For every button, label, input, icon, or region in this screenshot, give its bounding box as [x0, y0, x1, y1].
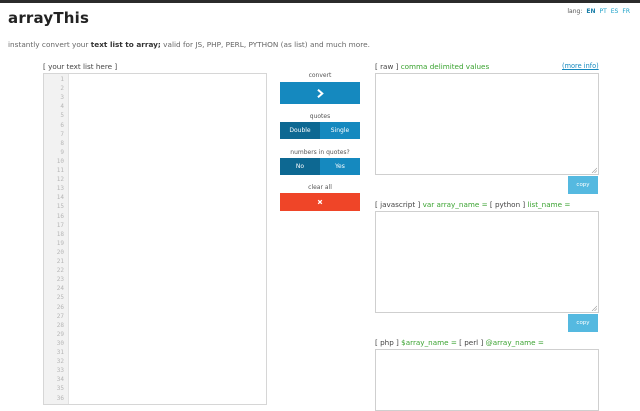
line-number: 12	[56, 176, 64, 184]
lang-label: lang:	[567, 8, 583, 15]
line-number: 24	[56, 285, 64, 293]
lang-option-es[interactable]: ES	[611, 8, 619, 15]
language-switcher: lang: EN PT ES FR	[567, 8, 630, 15]
line-number: 32	[56, 358, 64, 366]
line-number: 19	[56, 239, 64, 247]
perl-desc: @array_name =	[483, 338, 544, 347]
input-label: [ your text list here ]	[43, 62, 118, 71]
numbers-yes-option[interactable]: Yes	[320, 158, 360, 175]
tagline: instantly convert your text list to arra…	[8, 40, 370, 49]
line-number: 31	[56, 349, 64, 356]
quotes-label: quotes	[309, 113, 331, 120]
resize-handle-icon[interactable]	[591, 305, 597, 311]
resize-handle-icon[interactable]	[591, 167, 597, 173]
line-number: 26	[56, 303, 64, 311]
more-info-link[interactable]: (more info)	[562, 62, 599, 70]
js-output-textarea[interactable]	[375, 211, 599, 313]
js-tag: [ javascript ]	[375, 200, 421, 209]
line-number: 10	[56, 157, 64, 165]
numbers-in-quotes-toggle: No Yes	[280, 158, 360, 175]
line-number: 1	[60, 76, 64, 83]
line-number: 22	[56, 267, 64, 275]
php-output-textarea[interactable]	[375, 349, 599, 411]
tagline-suffix: valid for JS, PHP, PERL, PYTHON (as list…	[160, 40, 370, 49]
lang-option-en[interactable]: EN	[586, 8, 595, 15]
line-number: 14	[56, 194, 64, 202]
line-number: 13	[56, 185, 64, 193]
tagline-prefix: instantly convert your	[8, 40, 91, 49]
php-tag: [ php ]	[375, 338, 399, 347]
convert-button[interactable]	[280, 82, 360, 104]
raw-output-textarea[interactable]	[375, 73, 599, 175]
tagline-strong: text list to array;	[90, 40, 161, 49]
line-number: 25	[56, 294, 64, 302]
line-number: 23	[56, 276, 64, 284]
clear-all-label: clear all	[308, 184, 332, 191]
raw-desc: comma delimited values	[398, 62, 490, 71]
line-number: 15	[56, 203, 64, 211]
line-number: 20	[56, 248, 64, 256]
line-number-gutter: 1 2 3 4 5 6 7 8 9 10 11 12 13 14 15 16 17 18 19 20 21 22 23 24 2…	[44, 74, 69, 404]
line-number: 33	[56, 367, 64, 375]
line-number: 2	[60, 85, 64, 93]
raw-tag: [ raw ]	[375, 62, 399, 71]
perl-tag: [ perl ]	[459, 338, 484, 347]
app-title: arrayThis	[8, 9, 90, 27]
line-number: 30	[56, 339, 64, 347]
line-number: 6	[60, 121, 64, 129]
line-number: 11	[56, 167, 64, 174]
lang-option-fr[interactable]: FR	[622, 8, 630, 15]
line-number: 28	[56, 321, 64, 329]
line-number: 8	[60, 139, 64, 147]
line-number: 35	[56, 385, 64, 393]
quotes-toggle: Double Single	[280, 122, 360, 139]
line-number: 9	[60, 148, 64, 156]
top-bar	[0, 0, 640, 3]
close-icon	[317, 199, 323, 205]
line-number: 4	[60, 103, 64, 111]
line-number: 17	[56, 221, 64, 229]
numbers-no-option[interactable]: No	[280, 158, 320, 175]
clear-all-button[interactable]	[280, 193, 360, 211]
line-number: 18	[56, 230, 64, 238]
quotes-double-option[interactable]: Double	[280, 122, 320, 139]
line-number: 29	[56, 330, 64, 338]
php-desc: $array_name =	[398, 338, 460, 347]
line-number: 16	[56, 212, 64, 220]
raw-copy-button[interactable]: copy	[568, 176, 598, 194]
line-number: 34	[56, 376, 64, 384]
chevron-right-icon	[316, 88, 324, 98]
js-copy-button[interactable]: copy	[568, 314, 598, 332]
numbers-in-quotes-label: numbers in quotes?	[290, 149, 350, 156]
line-number: 7	[60, 130, 64, 138]
line-number: 3	[60, 94, 64, 102]
python-tag: [ python ]	[489, 200, 526, 209]
lang-option-pt[interactable]: PT	[599, 8, 606, 15]
line-number: 36	[56, 394, 64, 402]
line-number: 5	[60, 112, 64, 120]
raw-output-label: [ raw ] comma delimited values	[375, 62, 489, 71]
python-desc: list_name =	[525, 200, 571, 209]
text-list-input[interactable]: 1 2 3 4 5 6 7 8 9 10 11 12 13 14 15 16 17 18 19 20 21 22 23 24 2…	[43, 73, 267, 405]
convert-label: convert	[308, 72, 332, 79]
line-number: 27	[56, 312, 64, 320]
js-output-label: [ javascript ] var array_name = [ python…	[375, 200, 570, 209]
js-desc: var array_name =	[420, 200, 490, 209]
php-output-label: [ php ] $array_name = [ perl ] @array_na…	[375, 338, 544, 347]
quotes-single-option[interactable]: Single	[320, 122, 360, 139]
line-number: 21	[56, 258, 64, 265]
